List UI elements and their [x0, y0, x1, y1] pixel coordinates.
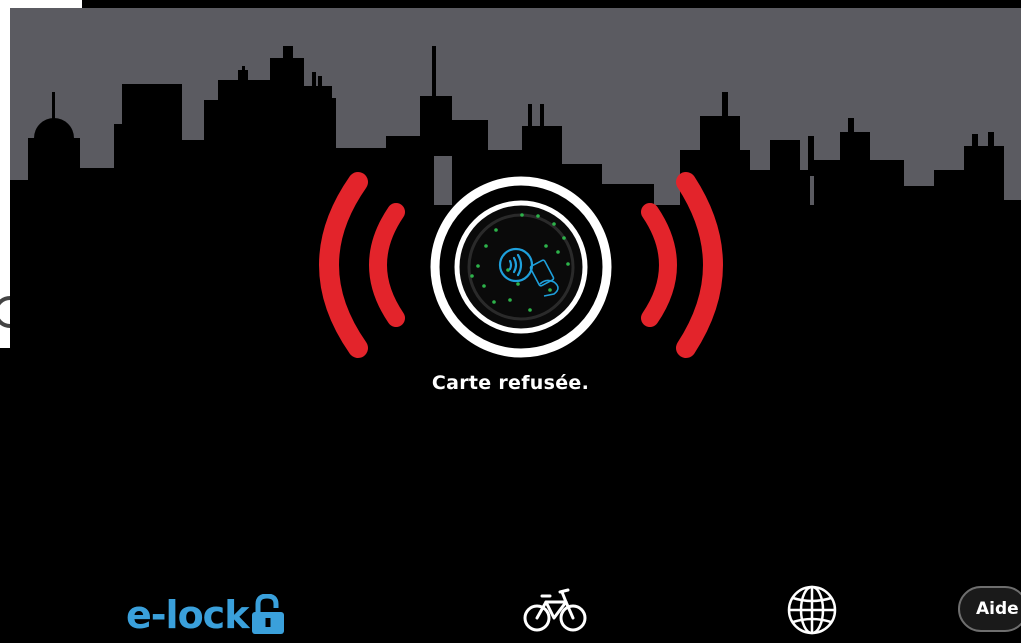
padlock-icon: [252, 594, 285, 634]
globe-icon: [787, 585, 837, 635]
help-button-label: Aide: [976, 599, 1019, 619]
language-button[interactable]: [786, 584, 838, 636]
card-reader-icon: [430, 176, 612, 358]
left-outer-wave: [319, 172, 368, 358]
bicycle-button[interactable]: [522, 586, 588, 634]
status-message: Carte refusée.: [431, 372, 590, 394]
kiosk-screen: Carte refusée. e-lock Aide: [0, 0, 1021, 643]
right-inner-wave: [641, 203, 677, 327]
e-lock-logo: e-lock: [126, 588, 286, 636]
right-outer-wave: [676, 172, 723, 358]
left-inner-wave: [369, 203, 405, 327]
logo-text: e-lock: [126, 593, 249, 637]
help-button[interactable]: Aide: [958, 586, 1021, 632]
bicycle-icon: [523, 588, 587, 632]
